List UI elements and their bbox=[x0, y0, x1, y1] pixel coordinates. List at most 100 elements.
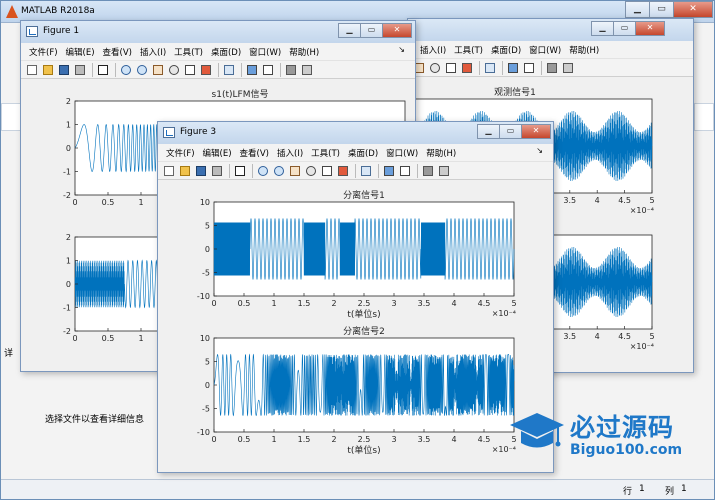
save-icon[interactable] bbox=[194, 164, 208, 178]
menu-item[interactable]: 桌面(D) bbox=[207, 46, 245, 58]
menu-item[interactable]: 插入(I) bbox=[273, 147, 307, 159]
zoom-in-icon[interactable] bbox=[256, 164, 270, 178]
link-plot-icon[interactable] bbox=[483, 61, 497, 75]
menu-item[interactable]: 文件(F) bbox=[25, 46, 62, 58]
menu-item[interactable]: 查看(V) bbox=[236, 147, 273, 159]
menu-item[interactable]: 帮助(H) bbox=[422, 147, 460, 159]
status-col-label: 列 bbox=[665, 487, 675, 497]
link-plot-icon[interactable] bbox=[222, 63, 236, 77]
zoom-out-icon[interactable] bbox=[272, 164, 286, 178]
main-window-buttons: ▁ ▭ ✕ bbox=[625, 1, 713, 18]
minimize-button[interactable]: ▁ bbox=[591, 21, 614, 36]
menu-item[interactable]: 窗口(W) bbox=[525, 44, 565, 56]
pan-hand-icon[interactable] bbox=[288, 164, 302, 178]
fig1-plot1-ytick-label: 2 bbox=[66, 97, 71, 106]
data-cursor-icon[interactable] bbox=[444, 61, 458, 75]
legend-icon[interactable] bbox=[261, 63, 275, 77]
close-button[interactable]: ✕ bbox=[382, 23, 412, 38]
open-file-icon[interactable] bbox=[178, 164, 192, 178]
colorbar-icon[interactable] bbox=[245, 63, 259, 77]
menu-item[interactable]: 工具(T) bbox=[450, 44, 487, 56]
toolbar-separator bbox=[218, 62, 219, 77]
open-file-icon[interactable] bbox=[41, 63, 55, 77]
minimize-button[interactable]: ▁ bbox=[477, 124, 500, 139]
pointer-icon[interactable] bbox=[233, 164, 247, 178]
rotate-3d-icon[interactable] bbox=[167, 63, 181, 77]
menu-item[interactable]: 文件(F) bbox=[162, 147, 199, 159]
menu-item[interactable]: 桌面(D) bbox=[487, 44, 525, 56]
figure-icon bbox=[26, 26, 38, 37]
save-icon[interactable] bbox=[57, 63, 71, 77]
zoom-out-icon[interactable] bbox=[135, 63, 149, 77]
hide-plot-tools-icon[interactable] bbox=[421, 164, 435, 178]
new-figure-icon[interactable] bbox=[25, 63, 39, 77]
minimize-button[interactable]: ▁ bbox=[338, 23, 361, 38]
figure2-toolbar bbox=[408, 58, 693, 77]
colorbar-icon[interactable] bbox=[506, 61, 520, 75]
menu-item[interactable]: 插入(I) bbox=[136, 46, 170, 58]
fig2-plot1-xtick-label: 4.5 bbox=[618, 196, 631, 205]
menu-item[interactable]: 帮助(H) bbox=[285, 46, 323, 58]
menu-item[interactable]: 工具(T) bbox=[170, 46, 207, 58]
figure2-title-bar: ▁ ▭ ✕ bbox=[408, 19, 693, 41]
legend-icon[interactable] bbox=[398, 164, 412, 178]
menu-dock-arrow-icon[interactable]: ↘ bbox=[394, 45, 409, 54]
pan-hand-icon[interactable] bbox=[151, 63, 165, 77]
toolbar-separator bbox=[280, 62, 281, 77]
brush-icon[interactable] bbox=[336, 164, 350, 178]
menu-item[interactable]: 查看(V) bbox=[99, 46, 136, 58]
show-plot-tools-icon[interactable] bbox=[561, 61, 575, 75]
menu-item[interactable]: 编辑(E) bbox=[62, 46, 99, 58]
rotate-3d-icon[interactable] bbox=[304, 164, 318, 178]
show-plot-tools-icon[interactable] bbox=[300, 63, 314, 77]
fig2-plot1-xtick-label: 5 bbox=[649, 196, 654, 205]
menu-item[interactable]: 窗口(W) bbox=[382, 147, 422, 159]
menu-item[interactable]: 桌面(D) bbox=[344, 147, 382, 159]
minimize-button[interactable]: ▁ bbox=[625, 1, 650, 18]
maximize-button[interactable]: ▭ bbox=[499, 124, 522, 139]
hide-plot-tools-icon[interactable] bbox=[284, 63, 298, 77]
close-button[interactable]: ✕ bbox=[673, 1, 713, 18]
toolbar-separator bbox=[378, 163, 379, 178]
toolbar-separator bbox=[92, 62, 93, 77]
legend-icon[interactable] bbox=[522, 61, 536, 75]
data-cursor-icon[interactable] bbox=[183, 63, 197, 77]
rotate-3d-icon[interactable] bbox=[428, 61, 442, 75]
menu-item[interactable]: 插入(I) bbox=[416, 44, 450, 56]
menu-item[interactable]: 工具(T) bbox=[307, 147, 344, 159]
maximize-button[interactable]: ▭ bbox=[649, 1, 674, 18]
brush-icon[interactable] bbox=[199, 63, 213, 77]
data-cursor-icon[interactable] bbox=[320, 164, 334, 178]
fig3-plot1-ytick-label: 5 bbox=[205, 222, 210, 231]
maximize-button[interactable]: ▭ bbox=[360, 23, 383, 38]
close-button[interactable]: ✕ bbox=[521, 124, 551, 139]
show-plot-tools-icon[interactable] bbox=[437, 164, 451, 178]
fig2-plot2-xtick-label: 4 bbox=[595, 332, 600, 341]
colorbar-icon[interactable] bbox=[382, 164, 396, 178]
fig3-plot1-xtick-label: 3.5 bbox=[418, 299, 431, 308]
menu-item[interactable]: 窗口(W) bbox=[245, 46, 285, 58]
menu-item[interactable]: 帮助(H) bbox=[565, 44, 603, 56]
menu-item[interactable]: 编辑(E) bbox=[199, 147, 236, 159]
fig3-plot1-ytick-label: -10 bbox=[197, 292, 210, 301]
close-button[interactable]: ✕ bbox=[635, 21, 665, 36]
maximize-button[interactable]: ▭ bbox=[613, 21, 636, 36]
print-icon[interactable] bbox=[210, 164, 224, 178]
new-figure-icon[interactable] bbox=[162, 164, 176, 178]
side-tab-label[interactable]: 详 bbox=[4, 346, 13, 359]
toolbar-separator bbox=[355, 163, 356, 178]
toolbar-separator bbox=[229, 163, 230, 178]
zoom-in-icon[interactable] bbox=[119, 63, 133, 77]
fig3-plot1-xtick-label: 0 bbox=[211, 299, 216, 308]
pointer-icon[interactable] bbox=[96, 63, 110, 77]
fig2-plot1-xtick-label: 4 bbox=[595, 196, 600, 205]
toolbar-separator bbox=[241, 62, 242, 77]
brush-icon[interactable] bbox=[460, 61, 474, 75]
figure3-toolbar bbox=[158, 161, 553, 180]
fig1-plot2-ytick-label: 0 bbox=[66, 280, 71, 289]
print-icon[interactable] bbox=[73, 63, 87, 77]
link-plot-icon[interactable] bbox=[359, 164, 373, 178]
menu-dock-arrow-icon[interactable]: ↘ bbox=[532, 146, 547, 155]
toolbar-separator bbox=[115, 62, 116, 77]
hide-plot-tools-icon[interactable] bbox=[545, 61, 559, 75]
